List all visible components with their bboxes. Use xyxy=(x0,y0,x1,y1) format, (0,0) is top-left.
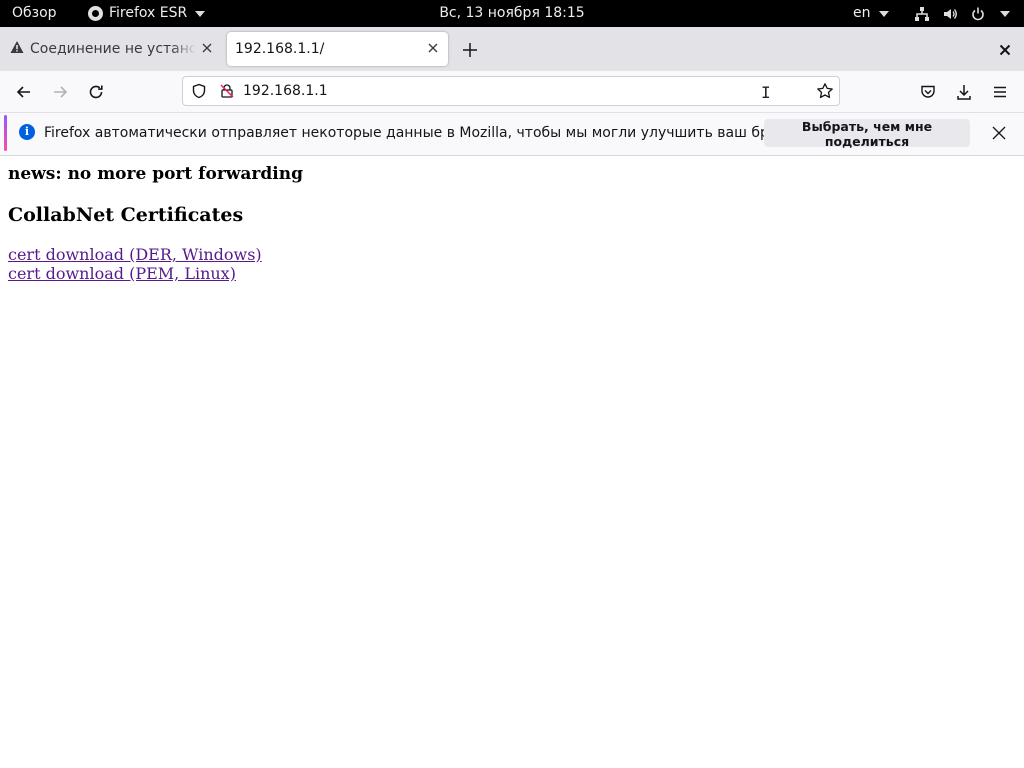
power-icon xyxy=(970,6,986,22)
page-heading: CollabNet Certificates xyxy=(8,204,244,226)
downloads-button[interactable] xyxy=(952,80,976,104)
new-tab-button[interactable] xyxy=(460,40,480,60)
tab-strip: Соединение не установлено 192.168.1.1/ xyxy=(0,27,1024,71)
reload-icon xyxy=(89,85,103,99)
download-icon xyxy=(957,85,971,100)
hamburger-menu-icon xyxy=(994,86,1006,98)
arrow-left-icon xyxy=(16,86,30,98)
navigation-toolbar: I xyxy=(0,71,1024,113)
pocket-icon xyxy=(921,85,935,98)
network-icon xyxy=(914,6,930,22)
chevron-down-icon xyxy=(1000,10,1010,17)
url-input[interactable] xyxy=(243,81,763,101)
url-bar[interactable]: I xyxy=(182,76,840,106)
system-top-bar: Обзор Firefox ESR Вс, 13 ноября 18:15 en xyxy=(0,0,1024,27)
language-label: en xyxy=(853,5,871,21)
system-menu[interactable] xyxy=(914,0,1010,27)
keyboard-layout-menu[interactable]: en xyxy=(853,0,889,27)
notification-accent xyxy=(4,115,7,151)
bookmark-star-icon[interactable] xyxy=(816,82,834,104)
tab-title: 192.168.1.1/ xyxy=(235,41,325,57)
tab-active[interactable]: 192.168.1.1/ xyxy=(227,32,448,66)
tab-connection-error[interactable]: Соединение не установлено xyxy=(0,32,222,66)
forward-button[interactable] xyxy=(48,80,72,104)
close-notification-icon[interactable] xyxy=(991,125,1007,141)
close-tab-icon[interactable] xyxy=(426,41,440,55)
tab-title: Соединение не установлено xyxy=(30,41,196,57)
back-button[interactable] xyxy=(12,80,36,104)
cert-download-der-link[interactable]: cert download (DER, Windows) xyxy=(8,245,262,264)
notification-message: Firefox автоматически отправляет некотор… xyxy=(44,125,816,141)
tracking-protection-shield-icon[interactable] xyxy=(191,83,207,103)
data-reporting-notification: i Firefox автоматически отправляет некот… xyxy=(0,113,1024,156)
reload-button[interactable] xyxy=(84,80,108,104)
download-links: cert download (DER, Windows) cert downlo… xyxy=(8,245,1008,283)
info-icon: i xyxy=(19,124,35,140)
volume-icon xyxy=(942,6,958,22)
pocket-button[interactable] xyxy=(916,80,940,104)
page-content: news: no more port forwarding CollabNet … xyxy=(8,156,1008,283)
chevron-down-icon xyxy=(878,10,889,17)
choose-what-to-share-button[interactable]: Выбрать, чем мне поделиться xyxy=(764,119,970,149)
close-window-icon[interactable] xyxy=(998,42,1012,56)
warning-icon xyxy=(10,40,24,58)
cert-download-pem-link[interactable]: cert download (PEM, Linux) xyxy=(8,264,236,283)
app-menu-button[interactable] xyxy=(988,80,1012,104)
text-cursor-icon: I xyxy=(761,83,771,102)
arrow-right-icon xyxy=(54,86,68,98)
insecure-lock-icon[interactable] xyxy=(219,83,235,103)
news-text: news: no more port forwarding xyxy=(8,164,303,184)
close-tab-icon[interactable] xyxy=(200,41,214,55)
